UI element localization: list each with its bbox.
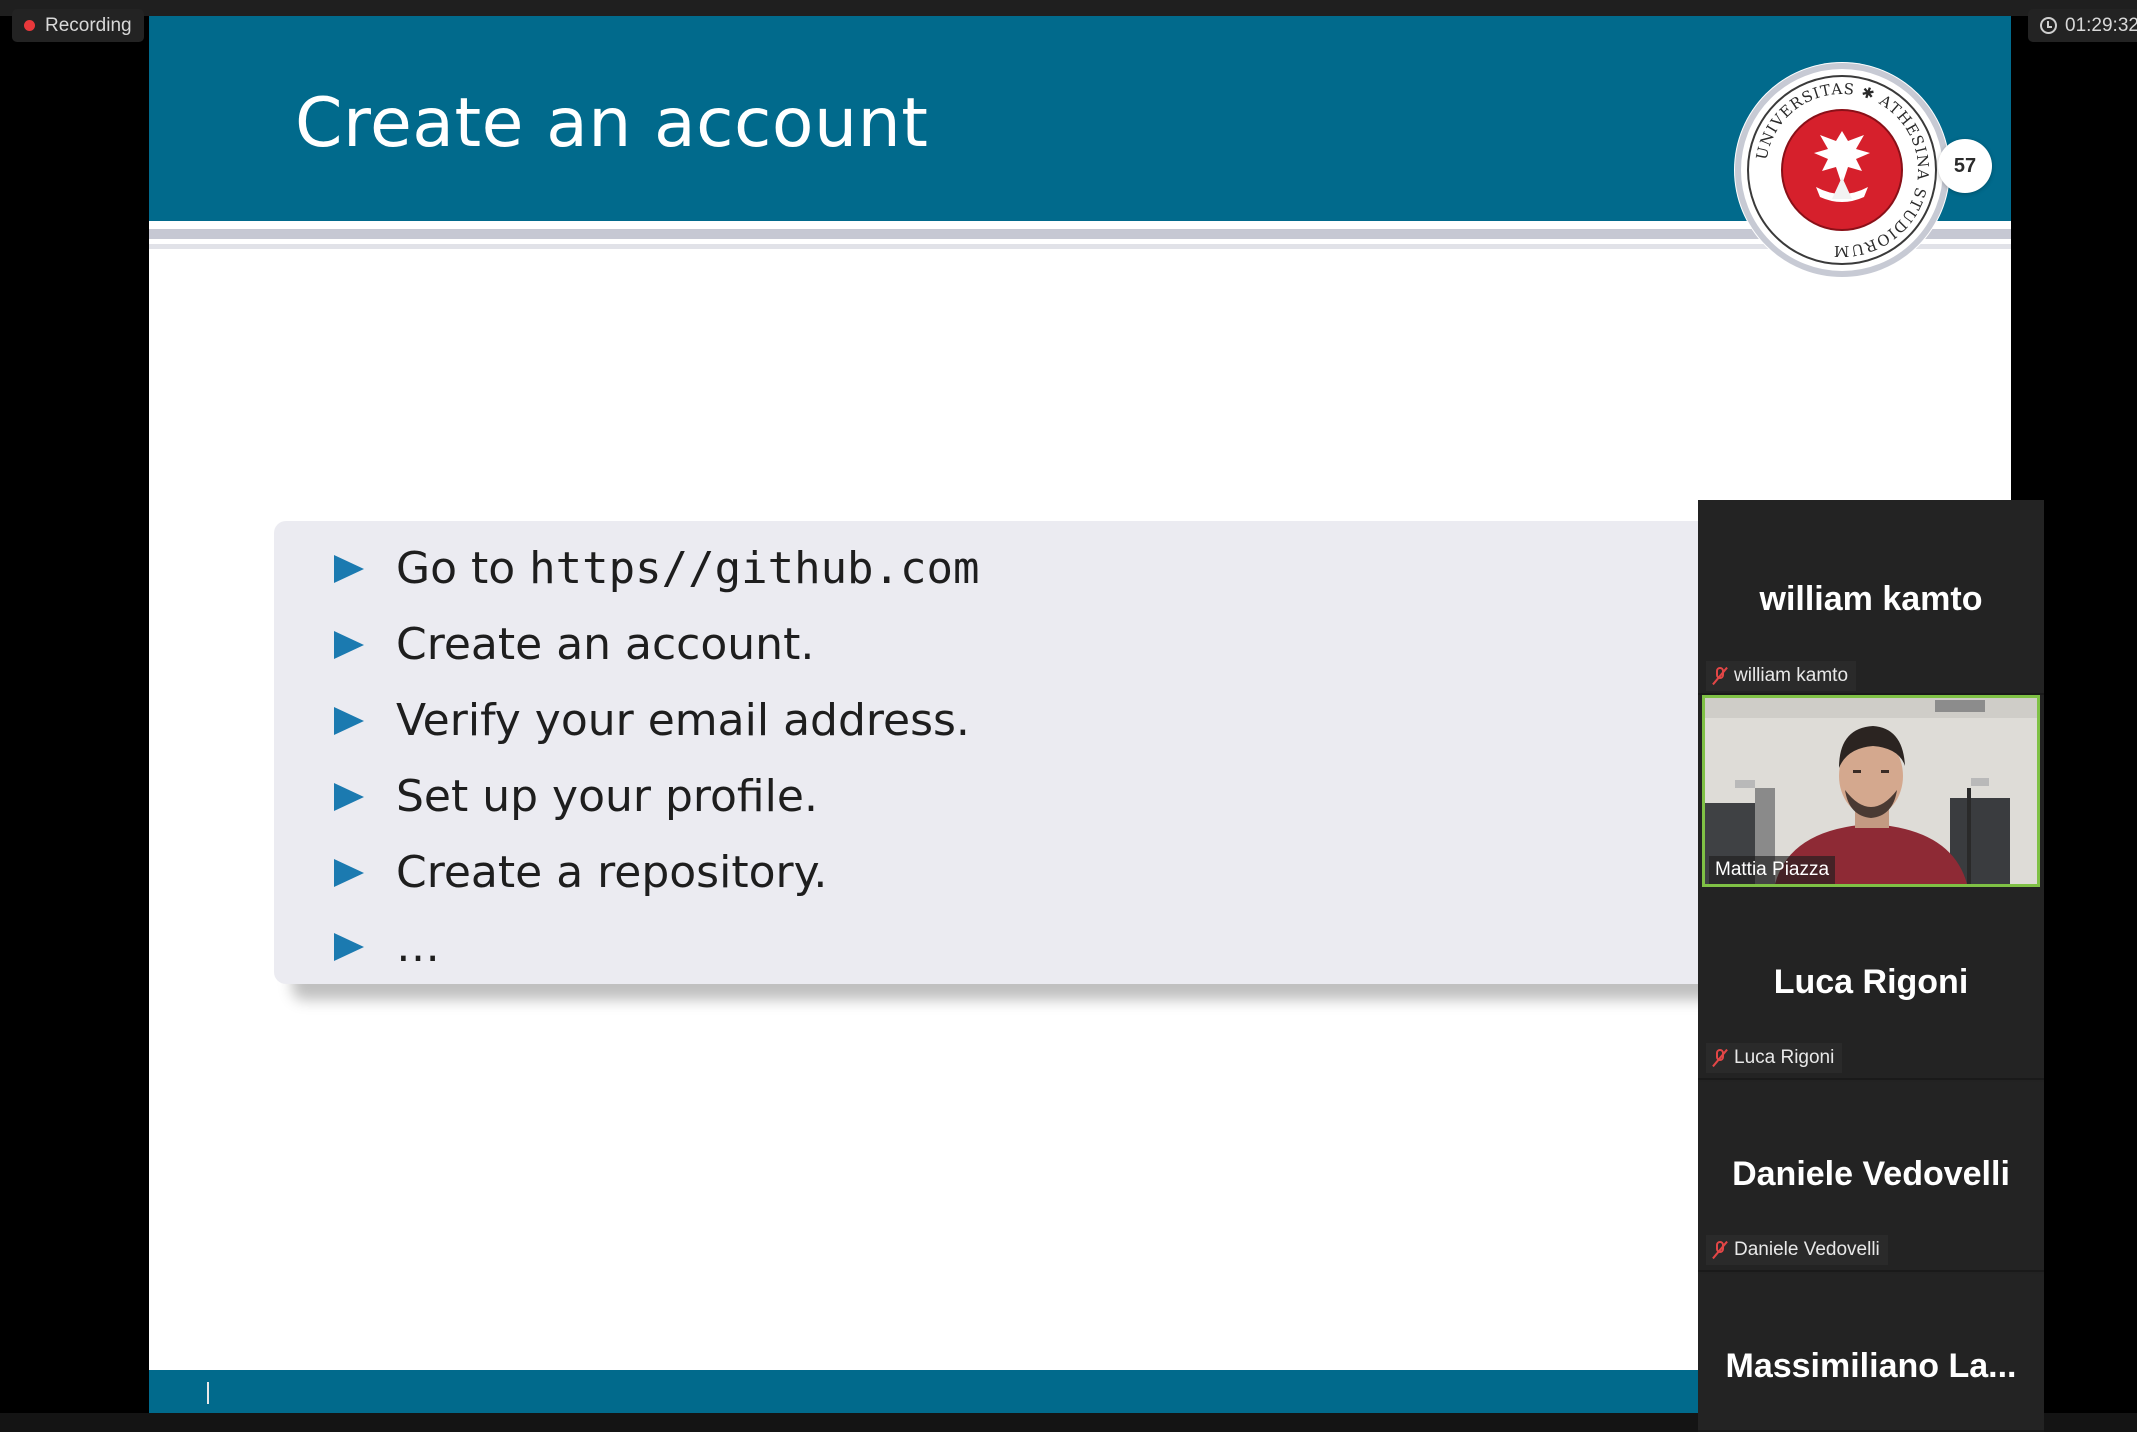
bullet-item: Create a repository. [334,847,827,898]
participant-tag-label: william kamto [1734,665,1849,686]
bullet-triangle-icon [334,782,364,811]
participant-name-tag: william kamto [1706,661,1857,691]
bullet-block: Go to https//github.com Create an accoun… [274,521,1914,984]
top-bar [0,0,2137,16]
bullet-url: https//github.com [529,543,980,594]
bullet-text: Create a repository. [396,847,828,898]
bullet-triangle-icon [334,706,364,735]
meeting-timer[interactable]: 01:29:32 [2028,9,2137,42]
bullet-text: Set up your profile. [396,771,818,822]
bullet-item: Create an account. [334,619,814,670]
university-seal-logo: UNIVERSITAS ✱ ATHESINA STUDIORUM [1734,62,1950,278]
participant-display-name: Luca Rigoni [1773,963,1969,1001]
participant-name-tag: Luca Rigoni [1706,1043,1843,1073]
participant-tile[interactable]: Luca Rigoni Luca Rigoni [1698,890,2044,1080]
recording-label: Recording [45,14,132,36]
participant-display-name: william kamto [1759,580,1983,618]
bullet-item: Set up your profile. [334,771,818,822]
participant-display-name: Massimiliano La... [1725,1347,2017,1385]
participant-display-name: Daniele Vedovelli [1732,1155,2010,1193]
mic-off-icon [1712,1240,1728,1260]
participant-tile[interactable]: Daniele Vedovelli Daniele Vedovelli [1698,1082,2044,1272]
mic-off-icon [1712,666,1728,686]
mic-off-icon [1712,1048,1728,1068]
bullet-triangle-icon [334,630,364,659]
bullet-item: … [334,921,440,972]
bullet-text-prefix: Go to [396,543,530,594]
bullet-item: Go to https//github.com [334,543,980,594]
bullet-triangle-icon [334,932,364,961]
recording-indicator[interactable]: Recording [12,9,144,42]
participant-video-tile[interactable]: Mattia Piazza [1702,695,2040,887]
bullet-text: Verify your email address. [396,695,970,746]
participant-tile[interactable]: Massimiliano La... [1698,1274,2044,1432]
clock-icon [2040,17,2057,34]
bullet-text: … [396,921,440,972]
video-name-label: Mattia Piazza [1709,856,1836,884]
text-cursor [207,1382,209,1404]
participant-tag-label: Luca Rigoni [1734,1047,1835,1068]
bullet-item: Verify your email address. [334,695,970,746]
participant-tag-label: Daniele Vedovelli [1734,1239,1880,1260]
slide-page-number: 57 [1938,139,1992,193]
bullet-triangle-icon [334,554,364,583]
participant-tile[interactable]: william kamto william kamto [1698,500,2044,695]
recording-dot-icon [24,20,35,31]
slide-title: Create an account [295,84,929,163]
participant-name-tag: Daniele Vedovelli [1706,1235,1888,1265]
participants-panel[interactable]: william kamto william kamto Mattia Piazz… [1698,500,2044,1432]
bullet-text: Go to https//github.com [396,543,980,594]
bullet-text: Create an account. [396,619,815,670]
bullet-triangle-icon [334,858,364,887]
timer-text: 01:29:32 [2065,14,2137,36]
